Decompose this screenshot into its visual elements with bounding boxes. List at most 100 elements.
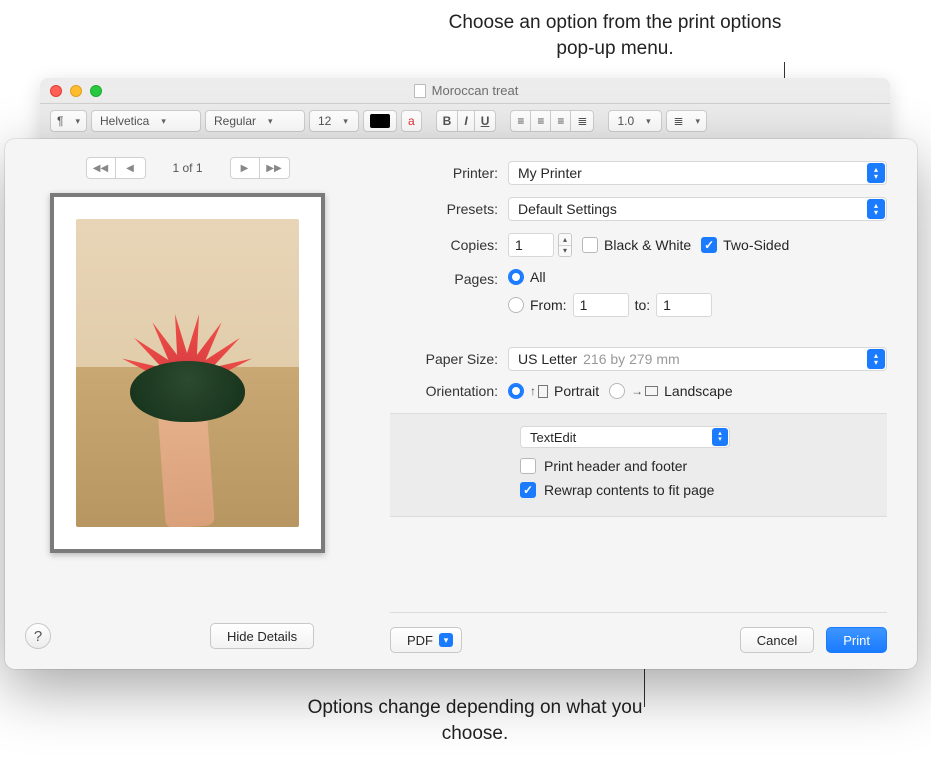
page-preview <box>50 193 325 553</box>
portrait-label: Portrait <box>554 383 599 399</box>
radio-icon <box>508 269 524 285</box>
format-toolbar: ¶ Helvetica Regular 12 a B I U ≡ ≡ ≡ ≣ 1… <box>40 104 890 138</box>
pages-from-label: From: <box>530 297 567 313</box>
minimize-icon[interactable] <box>70 85 82 97</box>
presets-popup[interactable]: Default Settings <box>508 197 887 221</box>
hide-details-button[interactable]: Hide Details <box>210 623 314 649</box>
alignment-group: ≡ ≡ ≡ ≣ <box>510 110 594 132</box>
portrait-icon: ↑ <box>530 384 548 398</box>
first-page-button[interactable]: ◀◀ <box>86 157 116 179</box>
preview-image <box>76 219 299 527</box>
header-footer-label: Print header and footer <box>544 458 687 474</box>
copies-stepper[interactable]: ▴▾ <box>558 233 572 257</box>
pages-to-input[interactable]: 1 <box>656 293 712 317</box>
align-left-button[interactable]: ≡ <box>510 110 530 132</box>
last-page-button[interactable]: ▶▶ <box>260 157 290 179</box>
two-sided-label: Two-Sided <box>723 237 789 253</box>
rewrap-label: Rewrap contents to fit page <box>544 482 714 498</box>
chevron-updown-icon <box>867 349 885 369</box>
text-style-group: B I U <box>436 110 497 132</box>
font-size-menu[interactable]: 12 <box>309 110 359 132</box>
document-title-text: Moroccan treat <box>432 83 519 98</box>
presets-value: Default Settings <box>518 201 617 217</box>
header-footer-checkbox[interactable]: Print header and footer <box>390 454 887 478</box>
orientation-label: Orientation: <box>390 383 508 399</box>
paragraph-style-menu[interactable]: ¶ <box>50 110 87 132</box>
copies-input[interactable]: 1 <box>508 233 554 257</box>
page-navigator: ◀◀ ◀ 1 of 1 ▶ ▶▶ <box>86 157 290 179</box>
callout-top: Choose an option from the print options … <box>430 10 800 61</box>
zoom-icon[interactable] <box>90 85 102 97</box>
black-white-checkbox[interactable]: Black & White <box>582 237 691 253</box>
pages-all-radio[interactable]: All <box>508 269 546 285</box>
orientation-landscape-radio[interactable]: → Landscape <box>609 383 733 399</box>
underline-button[interactable]: U <box>474 110 497 132</box>
paper-size-value: US Letter <box>518 351 577 367</box>
titlebar: Moroccan treat <box>40 78 890 104</box>
callout-bottom: Options change depending on what you cho… <box>275 695 675 746</box>
radio-icon <box>609 383 625 399</box>
checkbox-icon <box>701 237 717 253</box>
bold-button[interactable]: B <box>436 110 458 132</box>
align-justify-button[interactable]: ≣ <box>570 110 594 132</box>
rewrap-checkbox[interactable]: Rewrap contents to fit page <box>390 478 887 502</box>
print-button[interactable]: Print <box>826 627 887 653</box>
landscape-icon: → <box>631 384 658 398</box>
text-color-button[interactable] <box>363 110 397 132</box>
copies-label: Copies: <box>390 237 508 253</box>
pdf-button[interactable]: PDF ▾ <box>390 627 462 653</box>
close-icon[interactable] <box>50 85 62 97</box>
line-spacing-menu[interactable]: 1.0 <box>608 110 662 132</box>
font-family-menu[interactable]: Helvetica <box>91 110 201 132</box>
checkbox-icon <box>582 237 598 253</box>
highlight-icon: a <box>408 114 415 128</box>
paper-size-popup[interactable]: US Letter 216 by 279 mm <box>508 347 887 371</box>
landscape-label: Landscape <box>664 383 733 399</box>
print-dialog: ◀◀ ◀ 1 of 1 ▶ ▶▶ <box>5 139 917 669</box>
orientation-portrait-radio[interactable]: ↑ Portrait <box>508 383 599 399</box>
chevron-updown-icon <box>712 428 728 446</box>
page-indicator: 1 of 1 <box>162 161 214 175</box>
chevron-down-icon: ▾ <box>439 633 453 647</box>
chevron-updown-icon <box>867 163 885 183</box>
align-right-button[interactable]: ≡ <box>550 110 570 132</box>
color-swatch-icon <box>370 114 390 128</box>
paper-size-label: Paper Size: <box>390 351 508 367</box>
black-white-label: Black & White <box>604 237 691 253</box>
italic-button[interactable]: I <box>457 110 473 132</box>
next-page-button[interactable]: ▶ <box>230 157 260 179</box>
printer-value: My Printer <box>518 165 582 181</box>
highlight-color-button[interactable]: a <box>401 110 422 132</box>
two-sided-checkbox[interactable]: Two-Sided <box>701 237 789 253</box>
dialog-footer: PDF ▾ Cancel Print <box>390 612 887 653</box>
document-icon <box>414 84 426 98</box>
chevron-updown-icon <box>867 199 885 219</box>
pages-from-input[interactable]: 1 <box>573 293 629 317</box>
list-style-menu[interactable]: ≣ <box>666 110 707 132</box>
presets-label: Presets: <box>390 201 508 217</box>
settings-pane: Printer: My Printer Presets: Default Set… <box>370 139 917 669</box>
align-center-button[interactable]: ≡ <box>530 110 550 132</box>
font-style-menu[interactable]: Regular <box>205 110 305 132</box>
preview-pane: ◀◀ ◀ 1 of 1 ▶ ▶▶ <box>5 139 370 669</box>
pages-from-radio[interactable]: From: <box>508 297 567 313</box>
printer-popup[interactable]: My Printer <box>508 161 887 185</box>
prev-page-button[interactable]: ◀ <box>116 157 146 179</box>
pages-label: Pages: <box>390 269 508 287</box>
print-options-popup[interactable]: TextEdit <box>520 426 730 448</box>
pages-all-label: All <box>530 269 546 285</box>
radio-icon <box>508 297 524 313</box>
radio-icon <box>508 383 524 399</box>
window-controls[interactable] <box>50 85 102 97</box>
print-options-block: TextEdit Print header and footer Rewrap … <box>390 413 887 517</box>
document-title: Moroccan treat <box>110 83 822 98</box>
print-options-value: TextEdit <box>530 430 576 445</box>
pages-to-label: to: <box>635 297 651 313</box>
checkbox-icon <box>520 482 536 498</box>
cancel-button[interactable]: Cancel <box>740 627 814 653</box>
checkbox-icon <box>520 458 536 474</box>
paper-size-subtext: 216 by 279 mm <box>583 351 680 367</box>
printer-label: Printer: <box>390 165 508 181</box>
help-button[interactable]: ? <box>25 623 51 649</box>
pdf-button-label: PDF <box>407 633 433 648</box>
